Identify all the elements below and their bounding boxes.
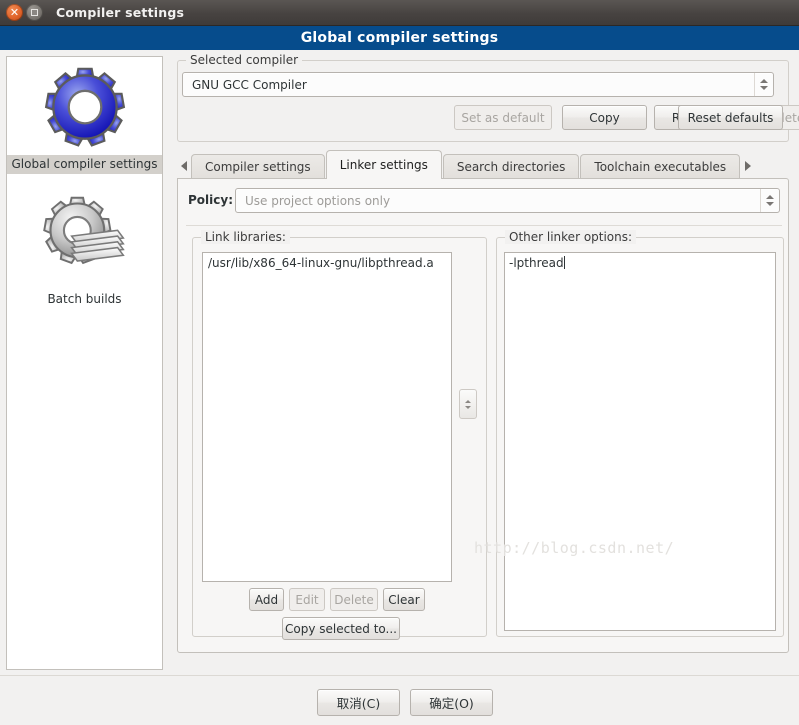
link-libraries-label: Link libraries:: [201, 230, 290, 244]
page-title: Global compiler settings: [300, 30, 499, 46]
policy-select-spinner[interactable]: [760, 189, 779, 212]
close-glyph: ✕: [9, 5, 20, 19]
tab-toolchain-executables[interactable]: Toolchain executables: [580, 154, 741, 179]
edit-library-button[interactable]: Edit: [289, 588, 325, 611]
policy-select[interactable]: Use project options only: [235, 188, 780, 213]
linker-settings-panel: Policy: Use project options only Link li…: [177, 178, 789, 653]
gray-gear-stack-icon: [42, 196, 125, 265]
selected-compiler-label: Selected compiler: [186, 53, 303, 67]
delete-library-button[interactable]: Delete: [330, 588, 378, 611]
maximize-glyph: [31, 9, 38, 16]
list-item[interactable]: /usr/lib/x86_64-linux-gnu/libpthread.a: [203, 253, 451, 270]
ok-button[interactable]: 确定(O): [410, 689, 493, 716]
tab-scroll-left-button[interactable]: [177, 153, 191, 179]
other-linker-options-label: Other linker options:: [505, 230, 637, 244]
sidebar-item-label: Batch builds: [47, 292, 122, 306]
policy-label: Policy:: [188, 193, 233, 207]
sidebar-item-batch-builds[interactable]: Batch builds: [7, 174, 162, 309]
chevron-up-icon: [760, 79, 768, 83]
settings-tabbar: Compiler settings Linker settings Search…: [177, 150, 789, 179]
chevron-up-icon: [766, 195, 774, 199]
window-titlebar: ✕ Compiler settings: [0, 0, 799, 26]
text-cursor: [563, 256, 565, 269]
sidebar-item-global-compiler-settings[interactable]: Global compiler settings: [7, 57, 162, 174]
chevron-down-icon: [760, 86, 768, 90]
blue-gear-icon: [44, 67, 125, 147]
other-linker-options-value: -lpthread: [509, 256, 564, 270]
chevron-down-icon: [766, 202, 774, 206]
sidebar-item-label: Global compiler settings: [7, 155, 162, 174]
dialog-action-bar: 取消(C) 确定(O): [0, 676, 799, 725]
copy-selected-to-button[interactable]: Copy selected to...: [282, 617, 400, 640]
compiler-select-spinner[interactable]: [754, 73, 773, 96]
add-library-button[interactable]: Add: [249, 588, 284, 611]
set-as-default-button[interactable]: Set as default: [454, 105, 552, 130]
tab-compiler-settings[interactable]: Compiler settings: [191, 154, 325, 179]
tab-scroll-right-button[interactable]: [741, 153, 755, 179]
chevron-down-icon: [465, 405, 471, 409]
tab-linker-settings[interactable]: Linker settings: [325, 150, 442, 179]
other-linker-options-group: Other linker options: -lpthread: [496, 230, 784, 637]
dialog-body: Global compiler settings Batch builds Se…: [0, 50, 799, 675]
settings-sidebar: Global compiler settings Batch builds: [6, 56, 163, 670]
page-banner: Global compiler settings: [0, 26, 799, 50]
link-libraries-group: Link libraries: /usr/lib/x86_64-linux-gn…: [192, 230, 487, 640]
panel-divider: [186, 225, 782, 226]
clear-libraries-button[interactable]: Clear: [383, 588, 425, 611]
other-linker-options-textarea[interactable]: -lpthread: [504, 252, 776, 631]
settings-content-pane: Selected compiler GNU GCC Compiler Set a…: [172, 50, 799, 670]
window-title: Compiler settings: [56, 5, 185, 20]
copy-button[interactable]: Copy: [562, 105, 647, 130]
chevron-right-icon: [745, 161, 752, 171]
link-libraries-list[interactable]: /usr/lib/x86_64-linux-gnu/libpthread.a: [202, 252, 452, 582]
maximize-icon[interactable]: [26, 4, 43, 21]
chevron-up-icon: [465, 399, 471, 403]
compiler-select[interactable]: GNU GCC Compiler: [182, 72, 774, 97]
close-icon[interactable]: ✕: [6, 4, 23, 21]
cancel-button[interactable]: 取消(C): [317, 689, 400, 716]
link-libraries-reorder-spinner[interactable]: [459, 389, 477, 419]
policy-select-value: Use project options only: [245, 193, 391, 208]
reset-defaults-button[interactable]: Reset defaults: [678, 105, 783, 130]
compiler-select-value: GNU GCC Compiler: [192, 77, 307, 92]
tab-search-directories[interactable]: Search directories: [442, 154, 580, 179]
chevron-left-icon: [181, 161, 187, 171]
